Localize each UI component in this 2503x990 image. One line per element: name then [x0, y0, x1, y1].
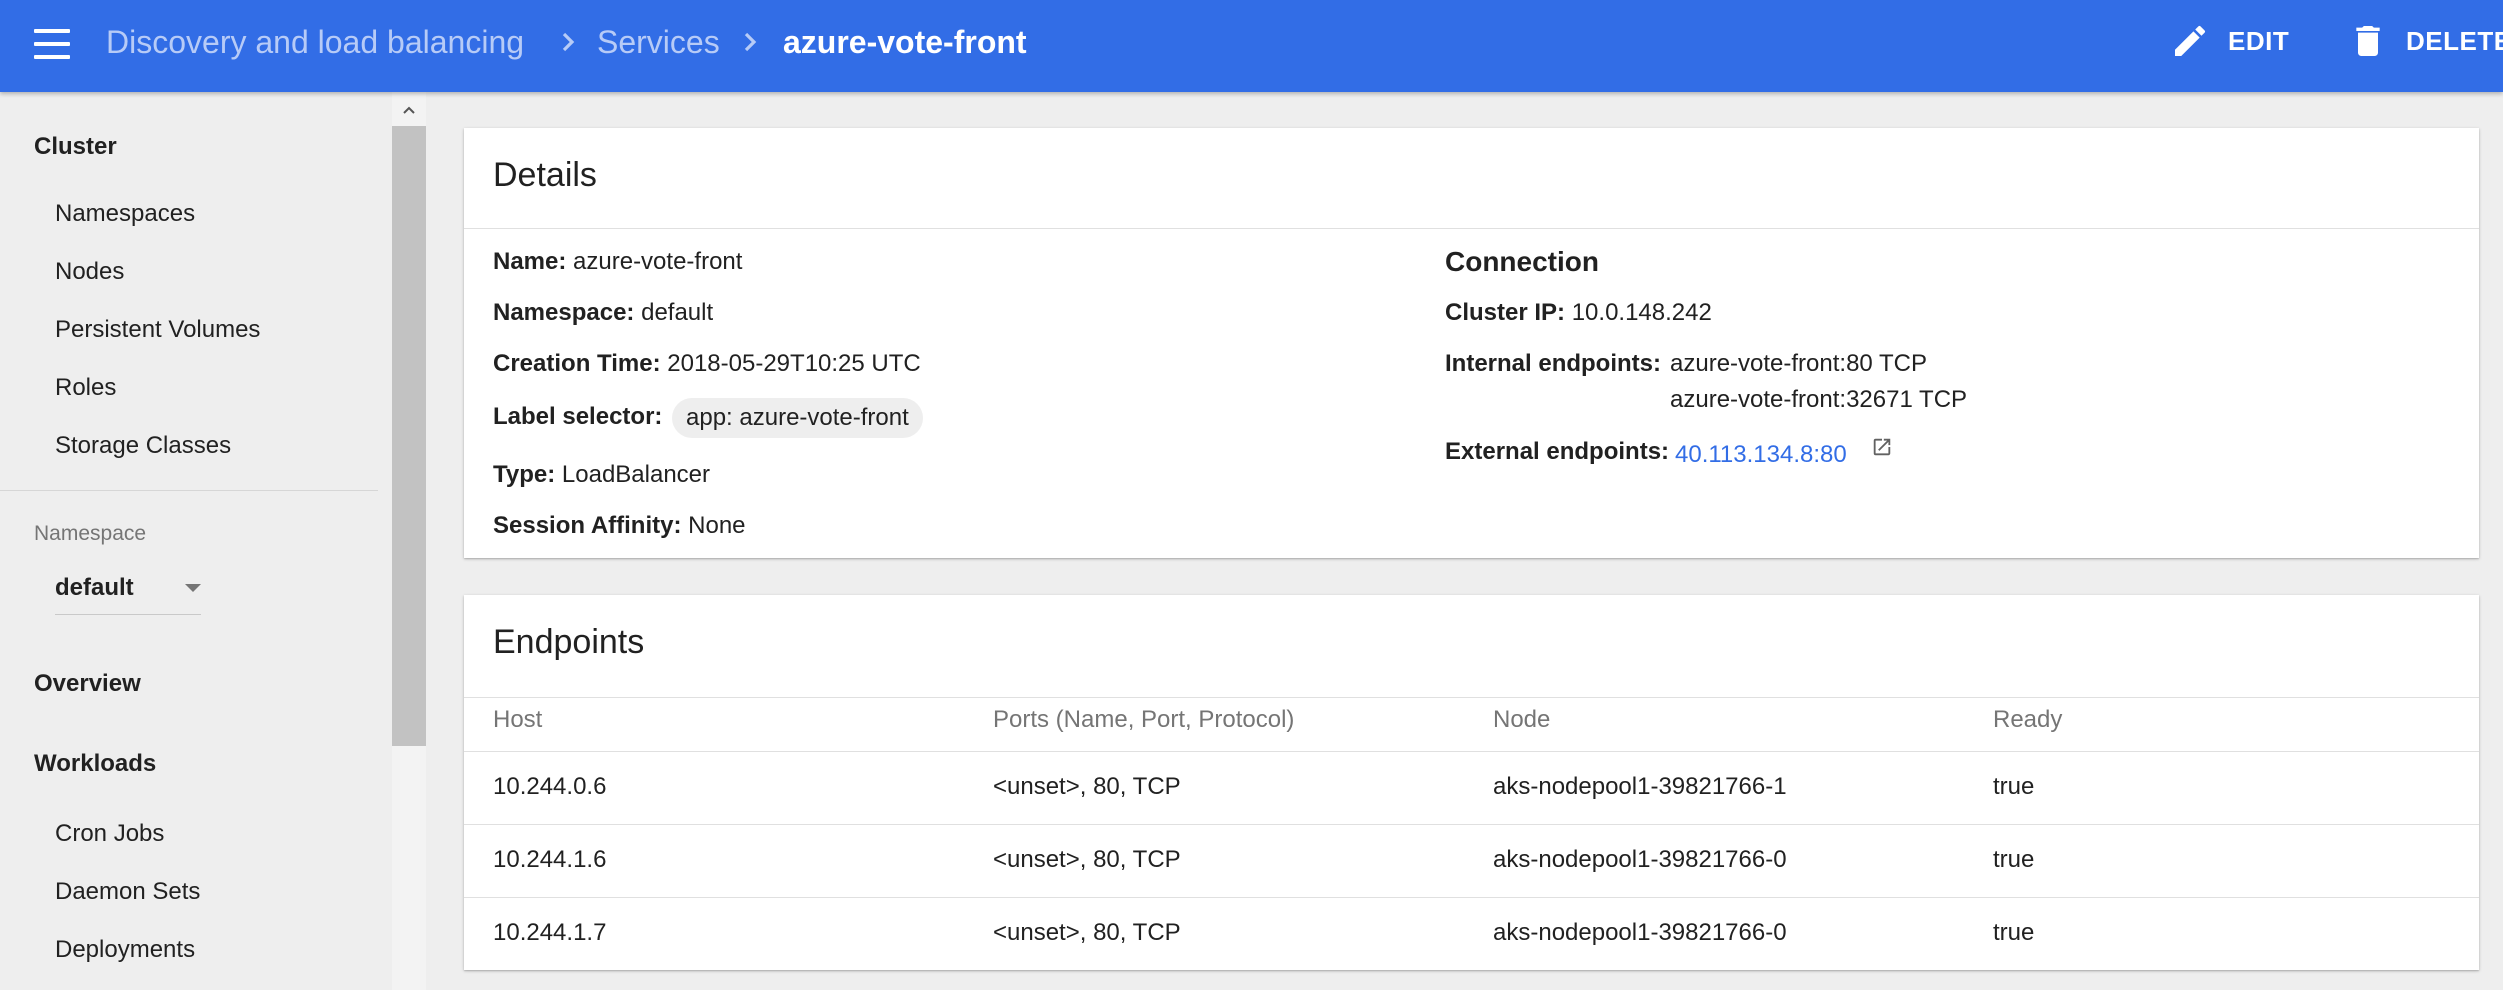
table-row: 10.244.0.6 <unset>, 80, TCP aks-nodepool…: [464, 751, 2479, 825]
details-title: Details: [493, 156, 597, 194]
breadcrumb-current: azure-vote-front: [783, 24, 1027, 60]
cell-ready: true: [1993, 919, 2035, 946]
detail-name: Name: azure-vote-front: [493, 248, 742, 276]
edit-label: EDIT: [2228, 25, 2290, 56]
detail-label-selector: Label selector:: [493, 403, 662, 431]
cell-node: aks-nodepool1-39821766-1: [1493, 773, 1787, 800]
sidebar-item-cron-jobs[interactable]: Cron Jobs: [55, 820, 164, 848]
delete-button[interactable]: DELETE: [2348, 18, 2503, 64]
detail-affinity-label: Session Affinity:: [493, 512, 682, 539]
breadcrumb-discovery[interactable]: Discovery and load balancing: [106, 20, 524, 64]
detail-type: Type: LoadBalancer: [493, 461, 710, 489]
internal-endpoints-label: Internal endpoints:: [1445, 350, 1661, 377]
detail-creation-time: Creation Time: 2018-05-29T10:25 UTC: [493, 350, 921, 378]
connection-cluster-ip: Cluster IP: 10.0.148.242: [1445, 299, 1712, 327]
chevron-right-icon: [744, 32, 757, 52]
external-endpoint-value[interactable]: 40.113.134.8:80: [1675, 441, 1847, 468]
table-row: 10.244.1.7 <unset>, 80, TCP aks-nodepool…: [464, 897, 2479, 971]
breadcrumb-services[interactable]: Services: [597, 20, 720, 64]
column-header-node: Node: [1493, 706, 1551, 733]
card-divider: [464, 697, 2479, 698]
namespace-label: Namespace: [34, 522, 147, 545]
delete-label: DELETE: [2406, 25, 2503, 56]
connection-external-endpoints: External endpoints:: [1445, 438, 1669, 466]
cell-node: aks-nodepool1-39821766-0: [1493, 846, 1787, 873]
open-in-new-icon[interactable]: [1871, 436, 1893, 458]
sidebar-item-persistent-volumes[interactable]: Persistent Volumes: [55, 316, 260, 344]
sidebar-heading-workloads[interactable]: Workloads: [34, 750, 156, 778]
detail-namespace-value: default: [641, 299, 714, 326]
detail-selector-label: Label selector:: [493, 403, 663, 430]
cell-host: 10.244.0.6: [493, 773, 607, 800]
sidebar-divider: [0, 490, 378, 491]
internal-endpoint-value: azure-vote-front:32671 TCP: [1670, 386, 1968, 413]
cell-host: 10.244.1.6: [493, 846, 607, 873]
detail-creation-label: Creation Time:: [493, 350, 661, 377]
detail-session-affinity: Session Affinity: None: [493, 512, 746, 540]
detail-namespace-label: Namespace:: [493, 299, 635, 326]
cluster-ip-label: Cluster IP:: [1445, 299, 1566, 326]
cell-ports: <unset>, 80, TCP: [993, 773, 1181, 800]
namespace-select[interactable]: default: [55, 570, 201, 615]
pencil-icon: [2175, 25, 2206, 56]
edit-button[interactable]: EDIT: [2170, 18, 2289, 64]
detail-name-label: Name:: [493, 248, 567, 275]
column-header-ports: Ports (Name, Port, Protocol): [993, 706, 1295, 733]
sidebar-item-overview[interactable]: Overview: [34, 670, 141, 698]
scrollbar-thumb[interactable]: [392, 126, 426, 746]
sidebar-scrollbar[interactable]: [392, 92, 426, 990]
trash-icon: [2356, 26, 2380, 56]
menu-icon[interactable]: [34, 26, 70, 62]
cell-node: aks-nodepool1-39821766-0: [1493, 919, 1787, 946]
column-header-ready: Ready: [1993, 706, 2063, 733]
external-endpoint-link[interactable]: 40.113.134.8:80: [1675, 441, 1847, 469]
label-selector-chip: app: azure-vote-front: [672, 398, 923, 438]
card-divider: [464, 228, 2479, 229]
table-row: 10.244.1.6 <unset>, 80, TCP aks-nodepool…: [464, 824, 2479, 898]
internal-endpoint-value: azure-vote-front:80 TCP: [1670, 350, 1928, 377]
chevron-up-icon[interactable]: [401, 102, 417, 118]
detail-type-label: Type:: [493, 461, 556, 488]
sidebar-item-namespaces[interactable]: Namespaces: [55, 200, 195, 228]
sidebar-nav: Cluster Namespaces Nodes Persistent Volu…: [0, 92, 392, 990]
detail-name-value: azure-vote-front: [573, 248, 743, 275]
sidebar-item-storage-classes[interactable]: Storage Classes: [55, 432, 231, 460]
column-header-host: Host: [493, 706, 543, 733]
dropdown-arrow-icon: [185, 584, 201, 592]
cell-ports: <unset>, 80, TCP: [993, 919, 1181, 946]
connection-internal-endpoints: Internal endpoints:: [1445, 350, 1661, 378]
top-app-bar: Discovery and load balancing Services az…: [0, 0, 2503, 92]
endpoints-card: Endpoints Host Ports (Name, Port, Protoc…: [464, 595, 2479, 970]
endpoints-title: Endpoints: [493, 623, 645, 661]
cell-ready: true: [1993, 773, 2035, 800]
detail-creation-value: 2018-05-29T10:25 UTC: [667, 350, 921, 377]
sidebar-item-daemon-sets[interactable]: Daemon Sets: [55, 878, 200, 906]
cluster-ip-value: 10.0.148.242: [1571, 299, 1712, 326]
detail-affinity-value: None: [688, 512, 746, 539]
cell-ready: true: [1993, 846, 2035, 873]
sidebar-item-roles[interactable]: Roles: [55, 374, 116, 402]
cell-ports: <unset>, 80, TCP: [993, 846, 1181, 873]
sidebar-item-nodes[interactable]: Nodes: [55, 258, 124, 286]
detail-namespace: Namespace: default: [493, 299, 713, 327]
sidebar-heading-cluster[interactable]: Cluster: [34, 133, 117, 161]
connection-heading: Connection: [1445, 246, 1599, 277]
detail-type-value: LoadBalancer: [561, 461, 711, 488]
external-endpoints-label: External endpoints:: [1445, 438, 1670, 465]
sidebar-item-deployments[interactable]: Deployments: [55, 936, 195, 964]
namespace-value: default: [55, 574, 134, 601]
details-card: Details Name: azure-vote-front Namespace…: [464, 128, 2479, 558]
cell-host: 10.244.1.7: [493, 919, 607, 946]
chevron-right-icon: [562, 32, 575, 52]
